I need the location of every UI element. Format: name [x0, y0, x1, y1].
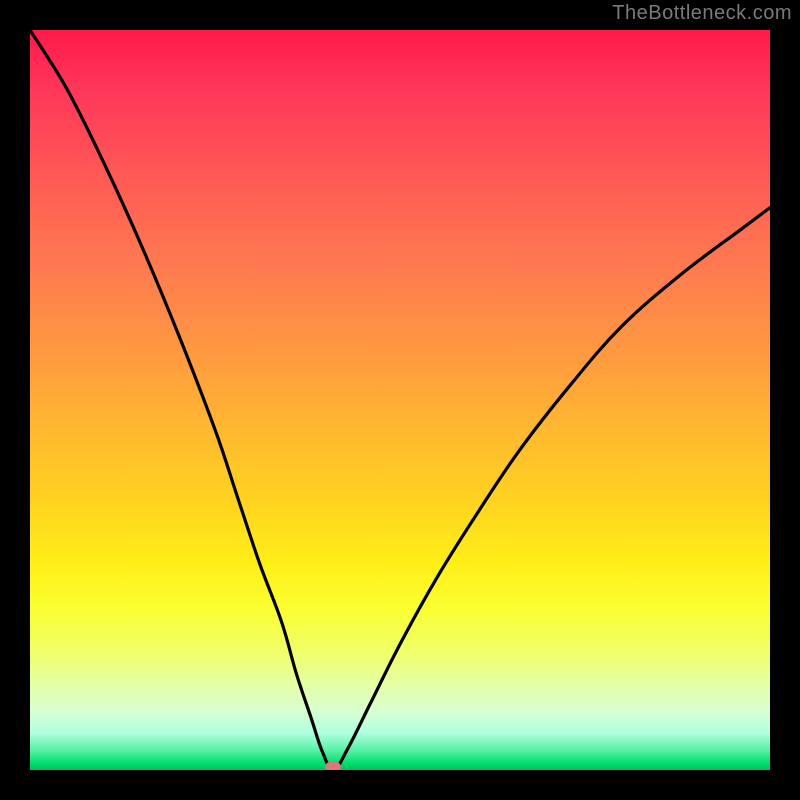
optimal-point-marker — [325, 762, 341, 770]
chart-container: TheBottleneck.com — [0, 0, 800, 800]
plot-area — [30, 30, 770, 770]
curve-svg — [30, 30, 770, 770]
bottleneck-curve — [30, 30, 770, 770]
watermark-text: TheBottleneck.com — [612, 2, 792, 25]
